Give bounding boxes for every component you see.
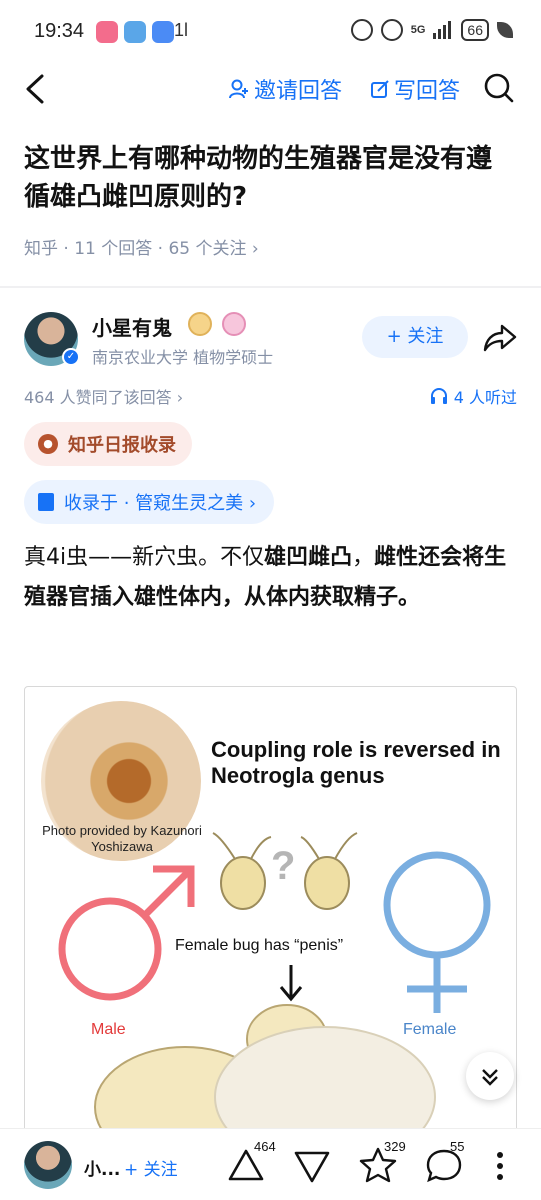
favorite-count: 329	[384, 1139, 406, 1154]
signal-icon	[433, 21, 452, 39]
status-right: 5G 66	[350, 19, 513, 41]
back-icon[interactable]	[22, 72, 52, 106]
invite-icon	[229, 79, 248, 99]
female-label: Female	[403, 1021, 457, 1038]
bug-antenna	[300, 836, 320, 860]
status-bar: 19:34 1l 5G 66	[0, 0, 541, 64]
female-symbol	[383, 851, 491, 959]
data-saver-icon	[350, 19, 373, 41]
answer-text: 真4i虫——新穴虫。不仅雄凹雌凸，雌性还会将生殖器官插入雄性体内，从体内获取精子…	[24, 538, 520, 618]
app-notification-icon	[124, 21, 146, 43]
invite-answer-label: 邀请回答	[254, 79, 343, 104]
male-symbol-arrow	[142, 868, 192, 918]
bug-head-right	[304, 856, 350, 910]
headphones-icon	[430, 388, 447, 404]
expand-button[interactable]	[466, 1052, 514, 1100]
bottom-follow-button[interactable]: + 关注	[124, 1155, 178, 1180]
follow-button[interactable]: + 关注	[362, 316, 468, 358]
male-label: Male	[91, 1021, 126, 1038]
top-nav: 邀请回答 写回答	[0, 64, 541, 112]
verified-icon: ✓	[62, 348, 80, 366]
write-answer-label: 写回答	[394, 79, 461, 104]
battery-indicator: 66	[461, 19, 489, 41]
expand-icon	[482, 1069, 498, 1086]
author-bio: 南京农业大学 植物学硕士	[92, 348, 274, 367]
bug-head-left	[220, 856, 266, 910]
write-answer-button[interactable]: 写回答	[370, 73, 460, 105]
figure-illustration: ?	[58, 832, 491, 1135]
bottom-action-bar: 小... + 关注 464 329 55	[0, 1128, 541, 1200]
answer-text-bold: 雄凹雌凸	[264, 545, 353, 570]
leaf-icon	[497, 22, 513, 38]
crown-badge-icon[interactable]	[188, 312, 212, 336]
bug-antenna	[334, 832, 358, 860]
zhihu-daily-tag[interactable]: ● 知乎日报收录	[24, 422, 192, 466]
downvote-icon[interactable]	[292, 1145, 332, 1185]
male-symbol	[58, 897, 162, 1001]
answer-text-part: ，	[352, 545, 375, 570]
question-mark: ?	[271, 844, 295, 888]
more-icon[interactable]	[496, 1151, 504, 1181]
zhihu-daily-label: 知乎日报收录	[68, 435, 176, 456]
write-icon	[371, 80, 389, 98]
upvote-count: 464	[254, 1139, 276, 1154]
status-time: 19:34	[34, 20, 85, 42]
upvote-stat[interactable]: 464 人赞同了该回答 ›	[24, 384, 183, 408]
bottom-author-avatar[interactable]	[24, 1141, 72, 1189]
invite-answer-button[interactable]: 邀请回答	[228, 73, 342, 105]
bookmark-icon	[38, 493, 54, 511]
listen-count: 4 人听过	[453, 388, 517, 407]
bottom-author-name[interactable]: 小...	[84, 1155, 120, 1180]
divider	[0, 286, 541, 288]
comment-count: 55	[450, 1139, 465, 1154]
bug-antenna	[250, 836, 272, 860]
author-name[interactable]: 小星有鬼	[92, 312, 172, 341]
network-label: 5G	[410, 23, 426, 36]
answer-image[interactable]: Photo provided by Kazunori Yoshizawa Cou…	[24, 686, 517, 1136]
achievement-badge-icon[interactable]	[222, 312, 246, 336]
search-icon[interactable]	[483, 72, 515, 104]
collection-tag[interactable]: 收录于 · 管窥生灵之美 ›	[24, 480, 275, 524]
collection-label: 收录于 · 管窥生灵之美 ›	[64, 493, 257, 514]
answer-text-part: 真4i虫——新穴虫。不仅	[24, 545, 265, 570]
app-notification-icon	[96, 21, 118, 43]
share-icon[interactable]	[482, 322, 518, 354]
question-title[interactable]: 这世界上有哪种动物的生殖器官是没有遵循雄凸雌凹原则的?	[24, 140, 514, 216]
question-meta[interactable]: 知乎 · 11 个回答 · 65 个关注 ›	[24, 234, 259, 259]
bug-antenna	[212, 832, 236, 860]
alarm-icon	[380, 19, 403, 41]
status-extra: 1l	[174, 20, 189, 40]
app-notification-icon	[152, 21, 174, 43]
listen-stat[interactable]: 4 人听过	[430, 384, 517, 408]
figure-note: Female bug has “penis”	[175, 937, 344, 954]
status-app-icons	[96, 21, 174, 43]
daily-icon: ●	[38, 434, 58, 454]
